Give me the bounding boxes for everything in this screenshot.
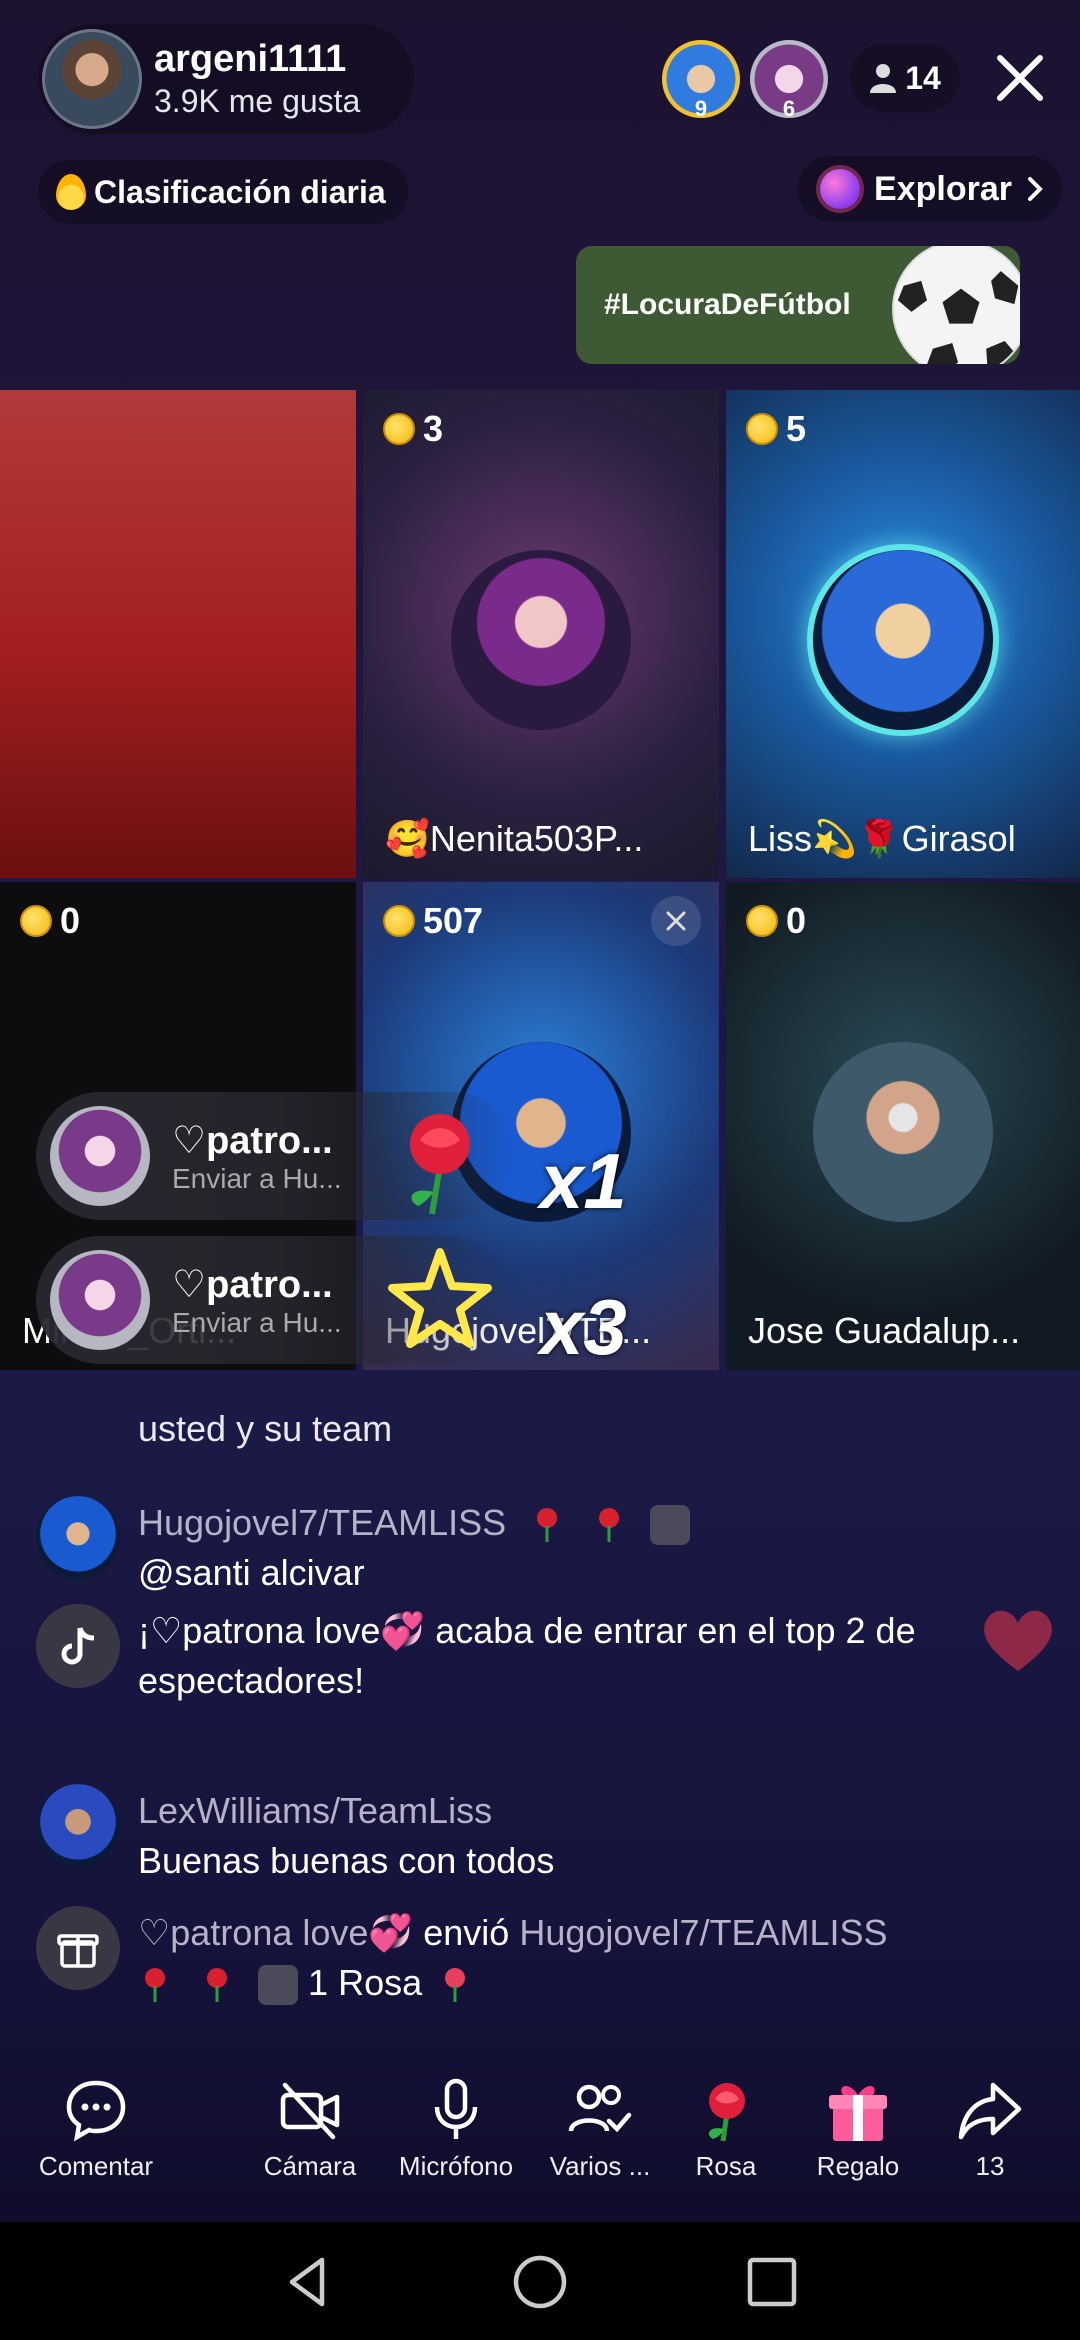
comment-button[interactable]: Comentar — [26, 2075, 166, 2182]
chat-message[interactable]: Hugojovel7/TEAMLISS @santi alcivar — [36, 1496, 1056, 1596]
hashtag-banner[interactable]: #LocuraDeFútbol — [576, 246, 1020, 364]
coin-icon — [20, 905, 52, 937]
person-icon — [870, 64, 897, 93]
gifter-avatar — [50, 1106, 150, 1206]
guest-avatar — [813, 1042, 993, 1222]
top-viewer-rank: 9 — [694, 96, 708, 121]
user-avatar[interactable] — [36, 1784, 120, 1868]
coin-count: 507 — [383, 900, 483, 942]
gift-multiplier: x3 — [540, 1283, 627, 1371]
close-icon[interactable] — [990, 48, 1050, 108]
chat-text: @santi alcivar — [138, 1552, 365, 1593]
camera-off-icon — [280, 2082, 340, 2140]
guest-badge-icon — [258, 1965, 299, 2006]
chat-text: Buenas buenas con todos — [138, 1840, 555, 1881]
tiktok-icon — [36, 1604, 120, 1688]
coin-icon — [383, 413, 415, 445]
system-navigation-bar — [0, 2222, 1080, 2340]
rose-icon — [537, 1508, 558, 1543]
coin-icon — [746, 905, 778, 937]
gifter-name: ♡patro... — [172, 1119, 333, 1162]
share-button[interactable]: 13 — [920, 2075, 1060, 2182]
guest-tile-host[interactable] — [0, 390, 356, 878]
top-viewer-2[interactable]: 6 — [750, 40, 828, 121]
remove-guest-button[interactable] — [651, 896, 701, 946]
multi-guest-icon — [568, 2084, 632, 2133]
host-likes: 3.9K me gusta — [154, 83, 361, 119]
gift-item: 1 Rosa — [308, 1962, 423, 2003]
explore-button[interactable]: Explorar — [798, 156, 1062, 222]
rose-icon — [599, 1508, 620, 1543]
top-viewer-1[interactable]: 9 — [662, 40, 740, 121]
rose-icon — [445, 1968, 466, 2003]
coin-icon — [383, 905, 415, 937]
system-text: ¡♡patrona love💞 acaba de entrar en el to… — [138, 1610, 916, 1701]
microphone-button[interactable]: Micrófono — [386, 2075, 526, 2182]
gifter-avatar — [50, 1250, 150, 1350]
rose-gift-button[interactable]: Rosa — [656, 2075, 796, 2182]
bottom-toolbar: Comentar Cámara Micrófono Varios ... Ros… — [0, 2075, 1080, 2225]
coin-icon — [746, 413, 778, 445]
chevron-right-icon — [1028, 177, 1043, 201]
system-message: ¡♡patrona love💞 acaba de entrar en el to… — [36, 1604, 1056, 1714]
flame-icon — [56, 174, 86, 210]
hashtag-label: #LocuraDeFútbol — [604, 288, 851, 321]
daily-ranking-button[interactable]: Clasificación diaria — [38, 160, 408, 224]
gift-target: Enviar a Hu... — [172, 1306, 342, 1338]
guest-badge-icon — [650, 1505, 691, 1546]
top-viewer-rank: 6 — [782, 96, 796, 121]
host-profile[interactable]: argeni1111 3.9K me gusta — [38, 24, 414, 134]
gift-target: Enviar a Hu... — [172, 1162, 342, 1194]
comment-icon — [66, 2080, 126, 2142]
home-icon[interactable] — [510, 2252, 570, 2312]
share-icon — [958, 2082, 1022, 2140]
guest-name: Liss💫🌹Girasol — [748, 818, 1016, 859]
multi-guest-button[interactable]: Varios ... — [530, 2075, 670, 2182]
guest-name: 🥰Nenita503P... — [385, 818, 644, 859]
gifter-name: ♡patro... — [172, 1263, 333, 1306]
guest-tile-2[interactable]: 3 🥰Nenita503P... — [363, 390, 719, 878]
rose-icon — [207, 1968, 228, 2003]
coin-count: 0 — [20, 900, 80, 942]
camera-button[interactable]: Cámara — [240, 2075, 380, 2182]
planet-icon — [820, 169, 861, 209]
gift-button[interactable]: Regalo — [788, 2075, 928, 2182]
soccer-ball-icon — [892, 246, 1020, 364]
microphone-icon — [434, 2078, 478, 2139]
user-avatar[interactable] — [36, 1496, 120, 1580]
guest-tile-6[interactable]: 0 Jose Guadalup... — [726, 882, 1080, 1370]
guest-avatar — [813, 550, 993, 730]
gift-icon — [36, 1906, 120, 1990]
host-avatar[interactable] — [42, 29, 142, 129]
viewer-count[interactable]: 14 — [850, 44, 960, 112]
gifter-name[interactable]: ♡patrona love💞 — [138, 1912, 413, 1953]
guest-name: Jose Guadalup... — [748, 1310, 1021, 1351]
gift-icon — [829, 2085, 887, 2141]
star-icon — [388, 1248, 492, 1348]
host-name: argeni1111 — [154, 38, 347, 80]
back-icon[interactable] — [278, 2252, 338, 2312]
guest-avatar — [451, 550, 631, 730]
coin-count: 3 — [383, 408, 443, 450]
recents-icon[interactable] — [742, 2252, 802, 2312]
chat-username[interactable]: Hugojovel7/TEAMLISS — [138, 1502, 506, 1543]
gift-recipient[interactable]: Hugojovel7/TEAMLISS — [519, 1912, 887, 1953]
chat-message[interactable]: LexWilliams/TeamLiss Buenas buenas con t… — [36, 1784, 1056, 1884]
close-icon — [666, 911, 686, 931]
chat-message-clipped: usted y su team — [138, 1408, 393, 1449]
gift-multiplier: x1 — [540, 1137, 627, 1225]
viewer-count-value: 14 — [905, 59, 941, 96]
rose-icon — [410, 1114, 470, 1215]
gift-message: ♡patrona love💞 envió Hugojovel7/TEAMLISS… — [36, 1906, 1056, 2016]
explore-label: Explorar — [874, 169, 1012, 208]
guest-tile-3[interactable]: 5 Liss💫🌹Girasol — [726, 390, 1080, 878]
daily-ranking-label: Clasificación diaria — [94, 173, 386, 210]
coin-count: 0 — [746, 900, 806, 942]
gift-verb: envió — [423, 1912, 510, 1953]
rose-icon — [145, 1968, 165, 2003]
rose-icon — [708, 2083, 745, 2142]
heart-icon — [984, 1610, 1052, 1671]
coin-count: 5 — [746, 408, 806, 450]
chat-username[interactable]: LexWilliams/TeamLiss — [138, 1786, 1058, 1836]
